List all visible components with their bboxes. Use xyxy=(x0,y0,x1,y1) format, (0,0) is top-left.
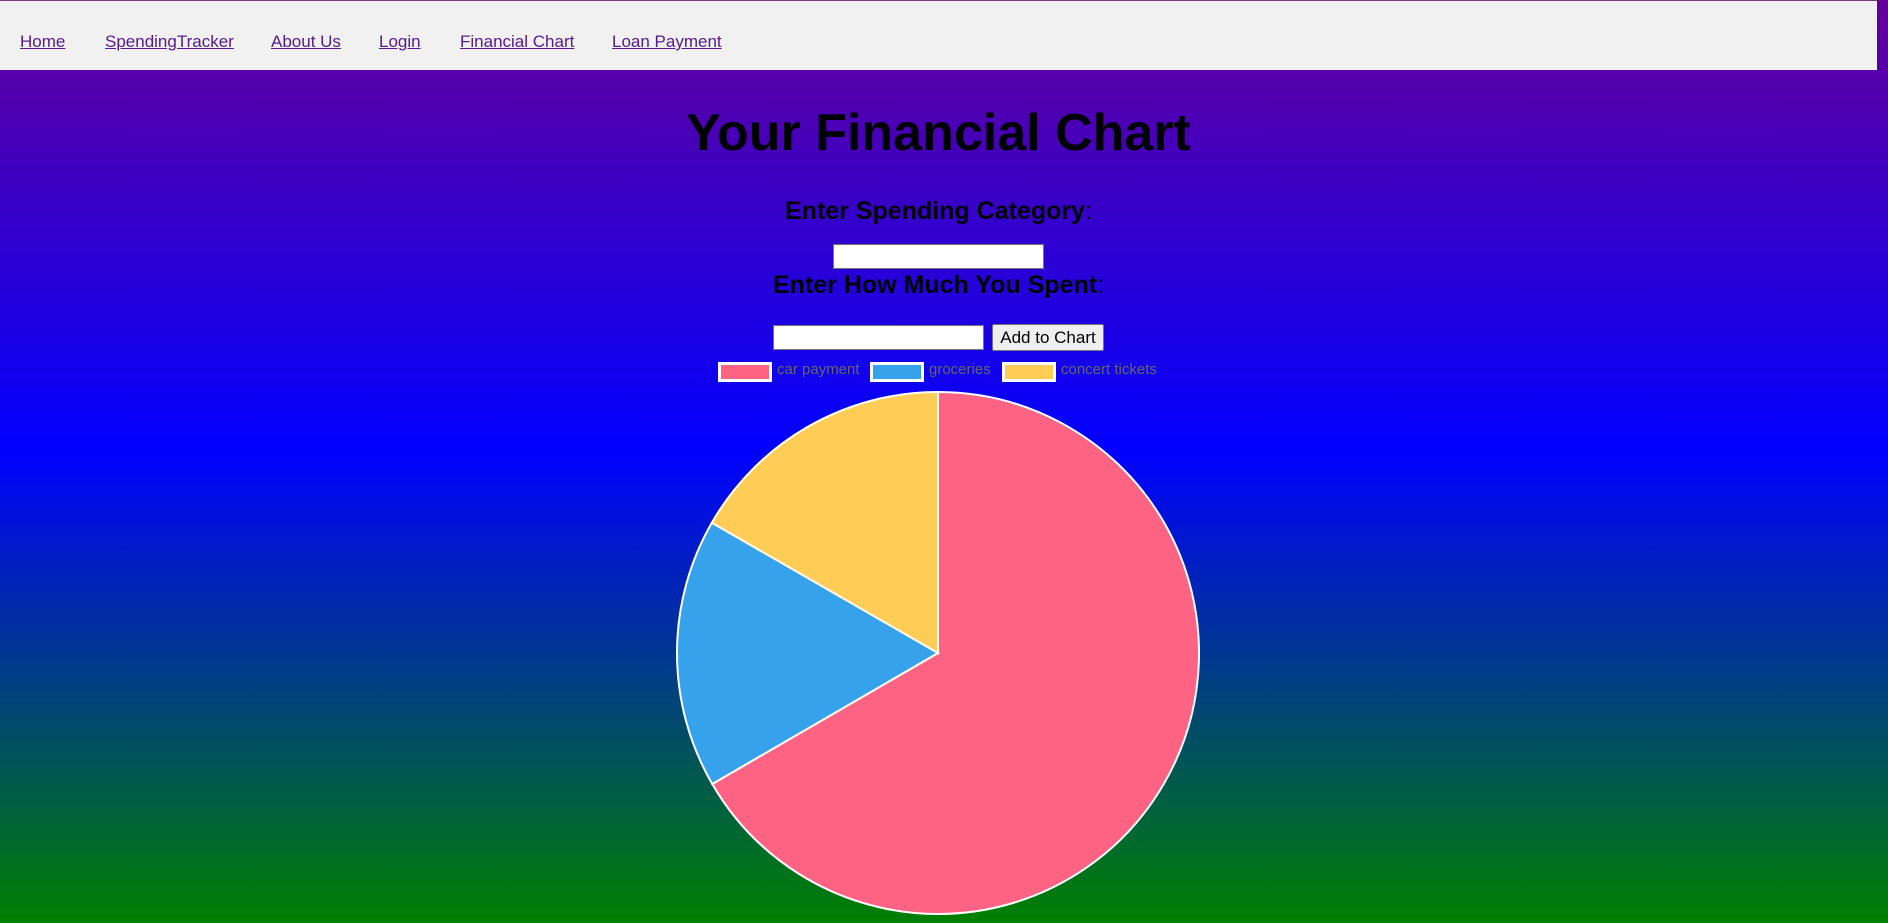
legend-swatch-concert-tickets[interactable] xyxy=(1002,362,1056,382)
spending-category-label: Enter Spending Category: xyxy=(0,196,1877,226)
pie-slice-groceries[interactable] xyxy=(676,521,940,786)
spending-category-label-colon: : xyxy=(1085,197,1092,225)
amount-spent-label-text: Enter How Much You Spent xyxy=(772,271,1098,299)
amount-spent-label: Enter How Much You Spent: xyxy=(0,270,1877,300)
legend-swatch-car-payment[interactable] xyxy=(718,362,772,382)
spending-category-label-text: Enter Spending Category xyxy=(785,197,1086,225)
add-to-chart-button[interactable]: Add to Chart xyxy=(992,324,1104,351)
nav-link-home[interactable]: Home xyxy=(20,32,65,52)
amount-spent-label-colon: : xyxy=(1097,271,1105,299)
nav-link-spendingtracker[interactable]: SpendingTracker xyxy=(105,32,234,52)
spending-category-input[interactable] xyxy=(833,244,1044,269)
pie-slice-car-payment[interactable] xyxy=(710,390,1200,915)
page-title: Your Financial Chart xyxy=(686,104,1191,162)
pie-slice-concert-tickets[interactable] xyxy=(710,390,939,655)
top-nav: Home SpendingTracker About Us Login Fina… xyxy=(0,0,1877,70)
legend-label-car-payment[interactable]: car payment xyxy=(777,361,860,379)
nav-link-about-us[interactable]: About Us xyxy=(271,32,341,52)
nav-link-login[interactable]: Login xyxy=(379,32,421,52)
nav-link-financial-chart[interactable]: Financial Chart xyxy=(460,32,574,52)
nav-link-loan-payment[interactable]: Loan Payment xyxy=(612,32,722,52)
legend-label-concert-tickets[interactable]: concert tickets xyxy=(1061,361,1157,379)
legend-swatch-groceries[interactable] xyxy=(870,362,924,382)
legend-label-groceries[interactable]: groceries xyxy=(929,361,991,379)
amount-spent-input[interactable] xyxy=(773,325,984,350)
